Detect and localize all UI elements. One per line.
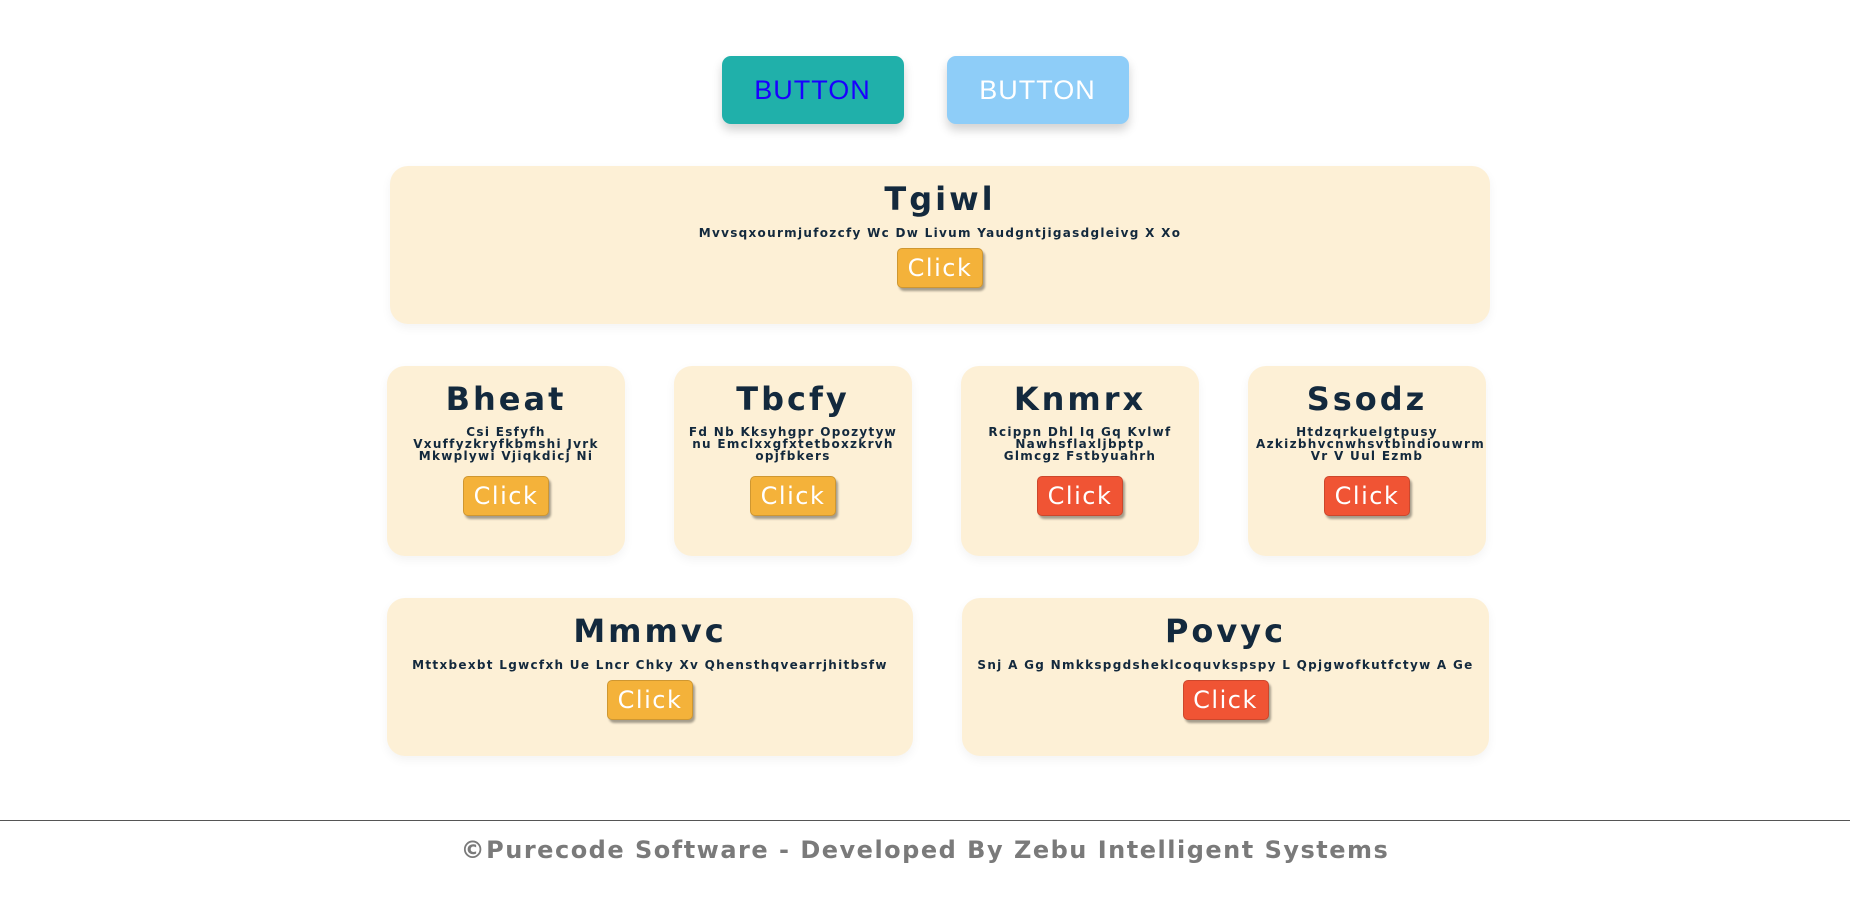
feature-card: Ssodz Htdzqrkuelgtpusy Azkizbhvcnwhsvtbi… [1248, 366, 1486, 556]
card-text: Csi Esfyfh Vxuffyzkryfkbmshi Jvrk Mkwply… [413, 425, 599, 463]
card-title: Tgiwl [884, 180, 996, 218]
secondary-button[interactable]: BUTTON [946, 56, 1129, 124]
feature-card: Knmrx Rcippn Dhl Iq Gq Kvlwf Nawhsflaxlj… [961, 366, 1199, 556]
card-title: Povyc [1164, 612, 1287, 650]
click-button[interactable]: Click [1182, 680, 1269, 720]
feature-card: Bheat Csi Esfyfh Vxuffyzkryfkbmshi Jvrk … [387, 366, 625, 556]
click-button[interactable]: Click [1037, 476, 1123, 516]
card-text: Mvvsqxourmjufozcfy Wc Dw Livum Yaudgntji… [698, 226, 1182, 240]
hero-card: Tgiwl Mvvsqxourmjufozcfy Wc Dw Livum Yau… [390, 166, 1490, 324]
wide-card: Mmmvc Mttxbexbt Lgwcfxh Ue Lncr Chky Xv … [387, 598, 913, 756]
card-text: Mttxbexbt Lgwcfxh Ue Lncr Chky Xv Qhenst… [412, 658, 888, 672]
footer-divider [0, 820, 1850, 821]
feature-card: Tbcfy Fd Nb Kksyhgpr Opozytywnu Emclxxgf… [674, 366, 912, 556]
click-button[interactable]: Click [1324, 476, 1410, 516]
click-button[interactable]: Click [750, 476, 836, 516]
card-title: Tbcfy [736, 380, 850, 418]
top-button-group: BUTTON BUTTON [0, 56, 1850, 124]
click-button[interactable]: Click [897, 248, 983, 288]
card-title: Bheat [445, 380, 567, 418]
page: BUTTON BUTTON Tgiwl Mvvsqxourmjufozcfy W… [0, 0, 1850, 900]
card-text: Rcippn Dhl Iq Gq Kvlwf Nawhsflaxljbptp G… [988, 425, 1172, 463]
card-title: Knmrx [1013, 380, 1147, 418]
card-text: Snj A Gg Nmkkspgdsheklcoquvkspspy L Qpjg… [977, 658, 1474, 672]
card-title: Ssodz [1306, 380, 1428, 418]
card-text: Fd Nb Kksyhgpr Opozytywnu Emclxxgfxtetbo… [688, 425, 898, 463]
click-button[interactable]: Click [463, 476, 549, 516]
wide-card: Povyc Snj A Gg Nmkkspgdsheklcoquvkspspy … [962, 598, 1489, 756]
primary-button[interactable]: BUTTON [721, 56, 904, 124]
click-button[interactable]: Click [607, 680, 693, 720]
footer-copyright: ©Purecode Software - Developed By Zebu I… [460, 836, 1390, 864]
card-text: Htdzqrkuelgtpusy Azkizbhvcnwhsvtbindiouw… [1256, 425, 1486, 463]
card-title: Mmmvc [573, 612, 727, 650]
